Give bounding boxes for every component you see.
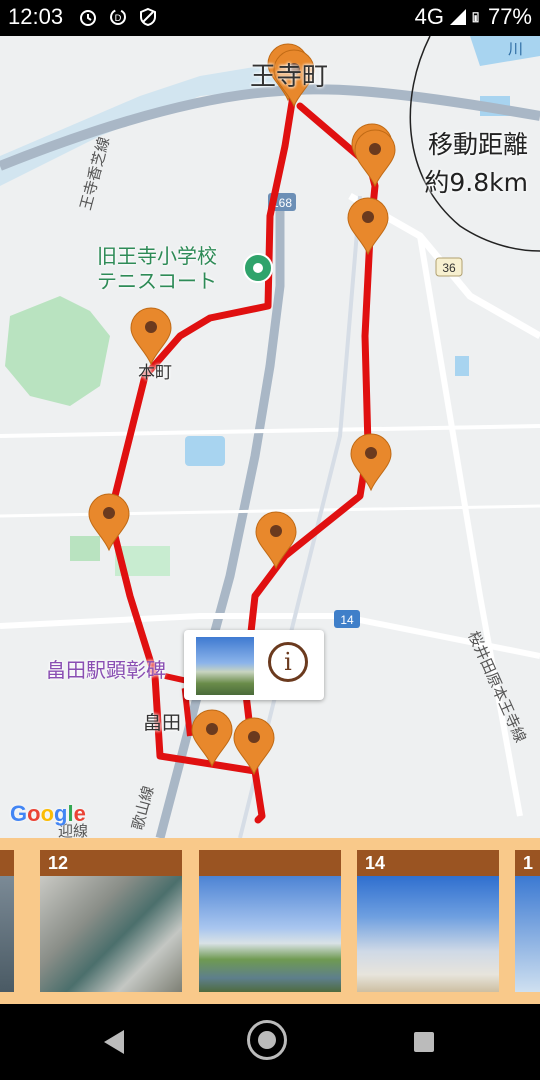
river: [470, 36, 540, 66]
signal-icon: [449, 9, 466, 25]
park-area: [5, 296, 110, 406]
photo-card[interactable]: [199, 850, 341, 992]
photo-pin[interactable]: [354, 129, 396, 188]
photo-card-number: 1: [515, 850, 540, 876]
rail-label-ouji-kashiba: 王寺香芝線: [76, 135, 113, 212]
photo-strip[interactable]: 12 14 1: [0, 838, 540, 1004]
pond: [185, 436, 225, 466]
home-icon[interactable]: [247, 1020, 287, 1060]
photo-card-number: [199, 850, 341, 876]
photo-card-number: 14: [357, 850, 499, 876]
status-bar: 12:03 D 4G 77%: [0, 0, 540, 36]
popup-photo-thumbnail[interactable]: [196, 637, 254, 695]
route-36-label: 36: [442, 261, 456, 275]
photo-card[interactable]: 1: [515, 850, 540, 992]
shield-icon: [140, 7, 156, 27]
place-label-hatada: 畠田: [143, 712, 182, 734]
poi-label[interactable]: 旧王寺小学校 テニスコート: [97, 244, 217, 294]
photo-card-image[interactable]: [199, 876, 341, 992]
battery-percent: 77%: [487, 4, 532, 29]
photo-card-number: 12: [40, 850, 182, 876]
photo-pin[interactable]: [350, 433, 392, 492]
poi-name-line2: テニスコート: [97, 269, 217, 293]
photo-pin[interactable]: [191, 709, 233, 768]
network-type: 4G: [414, 4, 444, 29]
route-14-label: 14: [340, 613, 354, 627]
system-nav-bar: [0, 1004, 540, 1080]
battery-icon: [472, 12, 479, 23]
rail-label-wakayama: 歌山線: [128, 784, 157, 832]
photo-pin[interactable]: [255, 511, 297, 570]
place-label-top-town: 王寺町: [250, 62, 329, 92]
distance-label: 移動距離: [427, 130, 528, 159]
poi-marker[interactable]: [243, 253, 273, 283]
memorial-label[interactable]: 畠田駅顕彰碑: [46, 654, 166, 683]
photo-card-image[interactable]: [0, 876, 14, 992]
distance-value: 約9.8km: [424, 168, 528, 197]
svg-text:D: D: [115, 14, 122, 24]
info-icon[interactable]: i: [268, 642, 308, 682]
back-icon[interactable]: [104, 1030, 124, 1054]
river-label: 川: [508, 40, 523, 58]
system-icons: 4G 77%: [415, 4, 532, 30]
photo-card[interactable]: [0, 850, 14, 992]
park-area-small: [70, 536, 100, 561]
photo-card[interactable]: 14: [357, 850, 499, 992]
clock: 12:03: [8, 4, 64, 29]
distance-display: 移動距離 約9.8km: [424, 126, 528, 202]
pond: [455, 356, 469, 376]
photo-card-image[interactable]: [515, 876, 540, 992]
photo-card-image[interactable]: [357, 876, 499, 992]
road: [417, 235, 523, 817]
recents-icon[interactable]: [414, 1032, 434, 1052]
place-label-honmachi: 本町: [138, 363, 172, 383]
alarm-icon: [80, 10, 96, 26]
photo-card-image[interactable]: [40, 876, 182, 992]
notification-icons: D: [78, 7, 158, 27]
photo-card-number: [0, 850, 14, 876]
poi-name-line1: 旧王寺小学校: [97, 244, 217, 268]
data-saver-icon: D: [110, 9, 126, 25]
road: [0, 424, 540, 438]
google-logo: Google: [10, 801, 86, 826]
photo-popup[interactable]: i: [184, 630, 324, 700]
photo-card[interactable]: 12: [40, 850, 182, 992]
route-map[interactable]: 168 36 14 王寺香芝線 桜井田原本王寺線 歌山線 迎線 川 王寺町 本町…: [0, 36, 540, 838]
